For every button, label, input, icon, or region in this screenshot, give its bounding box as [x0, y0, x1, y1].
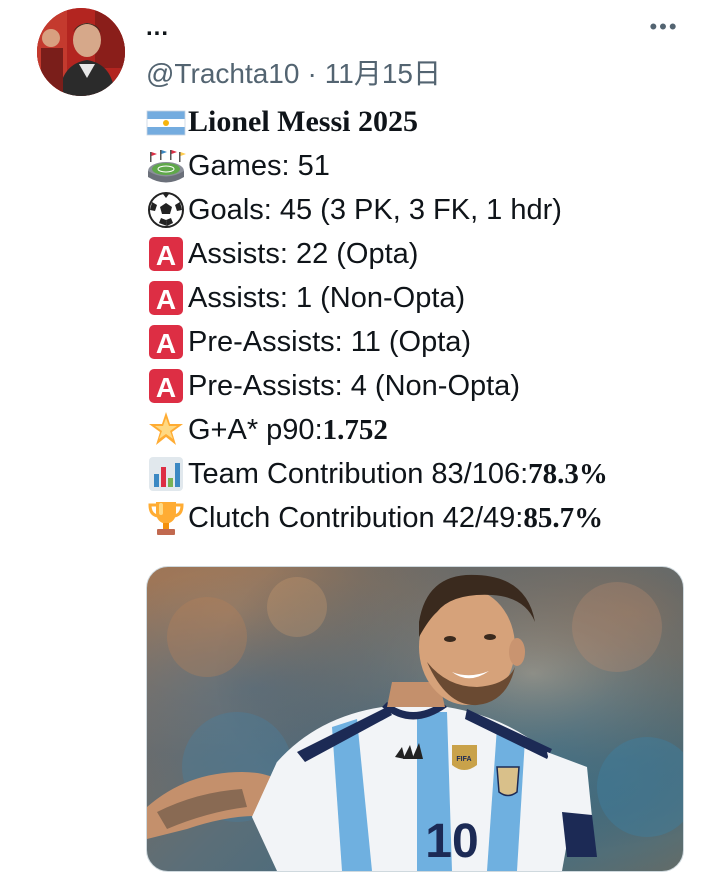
svg-text:A: A — [156, 240, 176, 271]
tweet-date[interactable]: 11月15日 — [325, 58, 441, 89]
user-handle[interactable]: @Trachta10 — [146, 58, 299, 89]
letter-a-button-icon: A — [146, 278, 186, 318]
team-contribution-value: 78.3% — [528, 458, 608, 490]
pre-assists-opta-text: Pre-Assists: 11 (Opta) — [188, 326, 472, 358]
ga-p90-value: 1.752 — [322, 414, 388, 446]
bar-chart-icon — [146, 454, 186, 494]
jersey-number: 10 — [425, 815, 478, 868]
tweet-line-goals: Goals: 45 (3 PK, 3 FK, 1 hdr) — [146, 188, 706, 232]
tweet-line-team-contribution: Team Contribution 83/106: 78.3% — [146, 452, 706, 496]
tweet-meta: @Trachta10 · 11月15日 — [146, 56, 441, 92]
pre-assists-non-opta-text: Pre-Assists: 4 (Non-Opta) — [188, 370, 520, 402]
svg-text:A: A — [156, 328, 176, 359]
trophy-icon — [146, 498, 186, 538]
letter-a-button-icon: A — [146, 366, 186, 406]
tweet-line-clutch-contribution: Clutch Contribution 42/49: 85.7% — [146, 496, 706, 540]
tweet-line-ga-p90: G+A* p90: 1.752 — [146, 408, 706, 452]
svg-text:FIFA: FIFA — [456, 756, 471, 763]
avatar[interactable] — [37, 8, 125, 96]
assists-opta-text: Assists: 22 (Opta) — [188, 238, 419, 270]
goals-text: Goals: 45 (3 PK, 3 FK, 1 hdr) — [188, 194, 562, 226]
svg-text:A: A — [156, 372, 176, 403]
stadium-icon — [146, 146, 186, 186]
tweet-line-assists-opta: A Assists: 22 (Opta) — [146, 232, 706, 276]
tweet-line-pre-assists-non-opta: A Pre-Assists: 4 (Non-Opta) — [146, 364, 706, 408]
argentina-flag-icon — [146, 102, 186, 142]
meta-separator: · — [307, 58, 317, 89]
letter-a-button-icon: A — [146, 234, 186, 274]
soccer-ball-icon — [146, 190, 186, 230]
team-contribution-label: Team Contribution 83/106: — [188, 458, 529, 490]
tweet-line-pre-assists-opta: A Pre-Assists: 11 (Opta) — [146, 320, 706, 364]
tweet-title: Lionel Messi 2025 — [188, 105, 418, 138]
assists-non-opta-text: Assists: 1 (Non-Opta) — [188, 282, 466, 314]
glowing-star-icon — [146, 410, 186, 450]
tweet-line-assists-non-opta: A Assists: 1 (Non-Opta) — [146, 276, 706, 320]
tweet-line-title: Lionel Messi 2025 — [146, 100, 706, 144]
letter-a-button-icon: A — [146, 322, 186, 362]
games-text: Games: 51 — [188, 150, 330, 182]
tweet-photo[interactable]: FIFA 10 — [146, 566, 684, 872]
clutch-contribution-label: Clutch Contribution 42/49: — [188, 502, 524, 534]
tweet-line-games: Games: 51 — [146, 144, 706, 188]
more-horizontal-icon[interactable]: ••• — [644, 16, 684, 40]
tweet: ... ••• @Trachta10 · 11月15日 Lionel Messi 2… — [0, 0, 720, 891]
display-name[interactable]: ... — [146, 16, 169, 40]
clutch-contribution-value: 85.7% — [523, 502, 604, 534]
tweet-text: Lionel Messi 2025 Games: 51 Goals: 45 (3… — [146, 100, 706, 540]
ga-p90-label: G+A* p90: — [188, 414, 323, 446]
svg-text:A: A — [156, 284, 176, 315]
